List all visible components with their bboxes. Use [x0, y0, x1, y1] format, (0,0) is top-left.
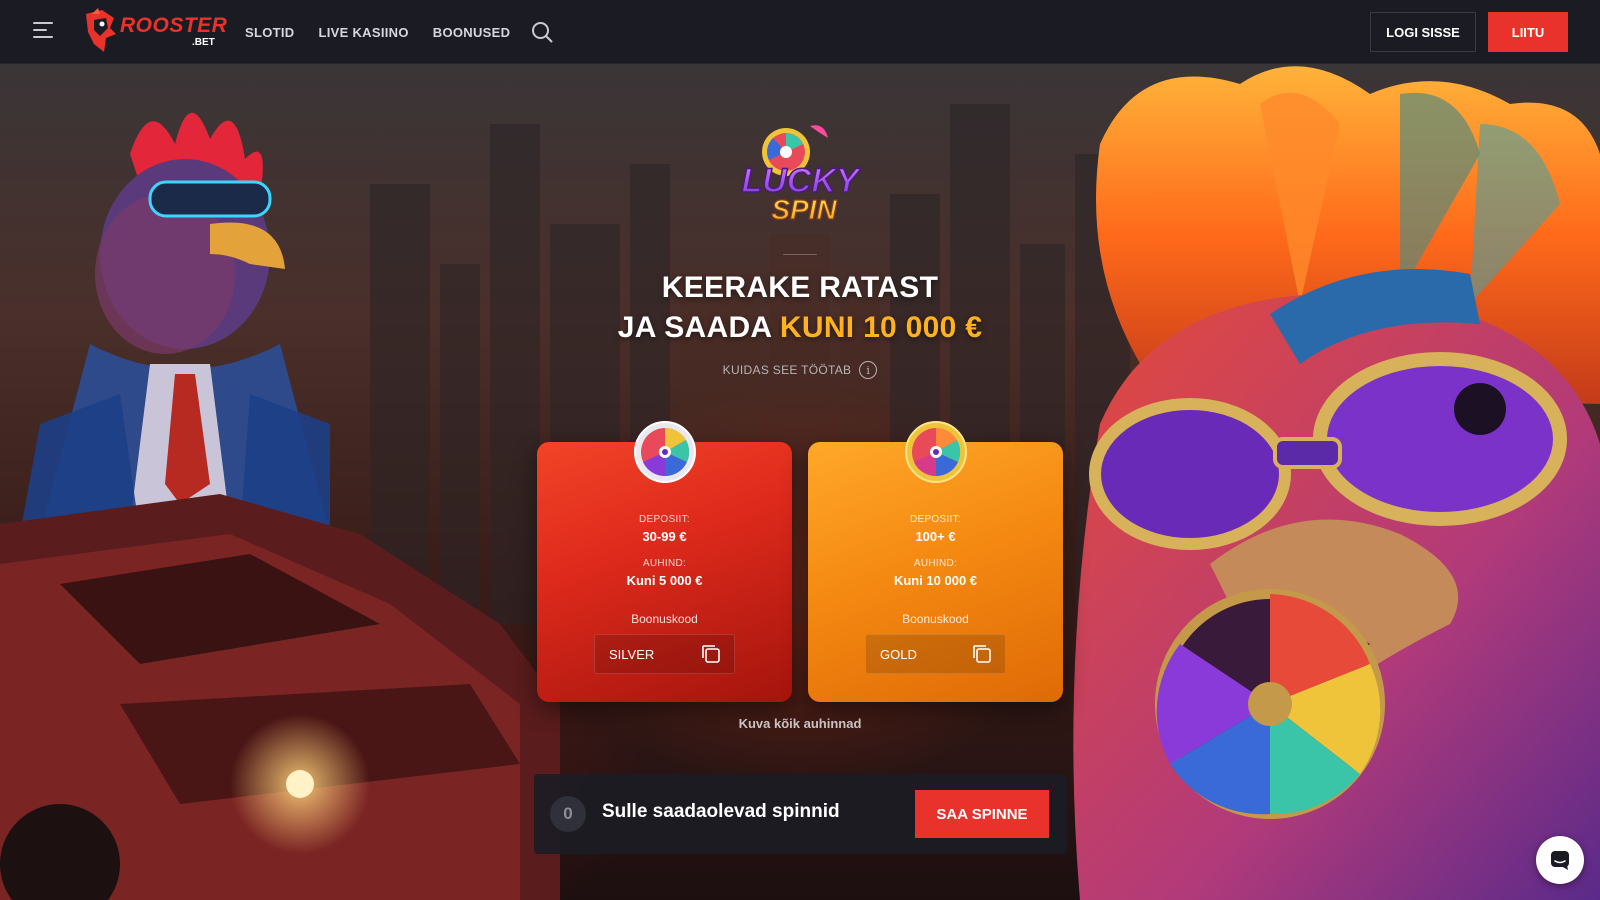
prize-label: AUHIND: [913, 558, 958, 569]
silver-wheel-icon [634, 421, 696, 483]
bonus-code-field[interactable]: SILVER [594, 634, 735, 674]
deposit-info: DEPOSIIT: 100+ € [808, 514, 1063, 544]
logo-divider [783, 254, 817, 255]
get-spins-button[interactable]: SAA SPINNE [915, 790, 1049, 838]
logo-word-spin: SPIN [771, 194, 837, 224]
copy-icon[interactable] [971, 643, 993, 665]
prize-value: Kuni 5 000 € [626, 573, 703, 588]
rooster-head-icon [86, 8, 116, 52]
prize-label: AUHIND: [642, 558, 687, 569]
login-button[interactable]: LOGI SISSE [1370, 12, 1476, 52]
bonus-code-value: SILVER [609, 646, 655, 662]
rooster-with-car-illustration [0, 112, 560, 900]
join-button[interactable]: LIITU [1488, 12, 1568, 52]
prize-info: AUHIND: Kuni 10 000 € [808, 558, 1063, 588]
deposit-info: DEPOSIIT: 30-99 € [537, 514, 792, 544]
how-it-works-label: KUIDAS SEE TÖÖTAB [722, 363, 852, 377]
promo-headline: KEERAKE RATAST JA SAADA KUNI 10 000 € [500, 268, 1100, 348]
search-icon[interactable] [530, 20, 554, 44]
info-icon: i [859, 361, 878, 379]
lucky-spin-hero: LUCKY SPIN KEERAKE RATAST JA SAADA KUNI … [0, 64, 1600, 900]
deposit-label: DEPOSIIT: [638, 514, 691, 525]
logo-wordmark: ROOSTER [120, 14, 228, 37]
menu-icon[interactable] [33, 22, 55, 42]
deposit-label: DEPOSIIT: [909, 514, 962, 525]
prize-value: Kuni 10 000 € [893, 573, 978, 588]
deposit-value: 100+ € [915, 529, 956, 544]
available-spins-bar: 0 Sulle saadaolevad spinnid SAA SPINNE [534, 774, 1067, 854]
how-it-works-link[interactable]: KUIDAS SEE TÖÖTAB i [700, 360, 900, 380]
see-all-prizes-link[interactable]: Kuva kõik auhinnad [700, 716, 900, 731]
nav-live-casino[interactable]: LIVE KASIINO [318, 25, 408, 40]
headline-highlight: KUNI 10 000 € [779, 311, 983, 344]
main-nav: SLOTID LIVE KASIINO BOONUSED [245, 0, 510, 64]
nav-slots[interactable]: SLOTID [245, 25, 294, 40]
rooster-with-goggles-illustration [1073, 66, 1600, 900]
gold-wheel-icon [905, 421, 967, 483]
prize-info: AUHIND: Kuni 5 000 € [537, 558, 792, 588]
silver-bonus-card: DEPOSIIT: 30-99 € AUHIND: Kuni 5 000 € B… [537, 421, 792, 702]
site-logo[interactable]: ROOSTER .BET [80, 8, 227, 56]
spins-label: Sulle saadaolevad spinnid [602, 801, 840, 822]
bonus-code-label: Boonuskood [902, 612, 969, 626]
headline-line-2: JA SAADA KUNI 10 000 € [500, 308, 1100, 348]
copy-icon[interactable] [700, 643, 722, 665]
top-header: ROOSTER .BET SLOTID LIVE KASIINO BOONUSE… [0, 0, 1600, 64]
headline-prefix: JA SAADA [617, 311, 772, 344]
lucky-spin-logo: LUCKY SPIN [741, 125, 863, 224]
spin-count-badge: 0 [550, 796, 586, 832]
logo-suffix: .BET [192, 37, 215, 48]
bonus-code-label: Boonuskood [631, 612, 698, 626]
headline-line-1: KEERAKE RATAST [661, 271, 939, 304]
chat-icon[interactable] [1536, 836, 1584, 884]
gold-bonus-card: DEPOSIIT: 100+ € AUHIND: Kuni 10 000 € B… [808, 421, 1063, 702]
bonus-code-value: GOLD [880, 646, 917, 662]
nav-bonuses[interactable]: BOONUSED [433, 25, 511, 40]
bonus-code-field[interactable]: GOLD [865, 634, 1006, 674]
deposit-value: 30-99 € [642, 529, 687, 544]
